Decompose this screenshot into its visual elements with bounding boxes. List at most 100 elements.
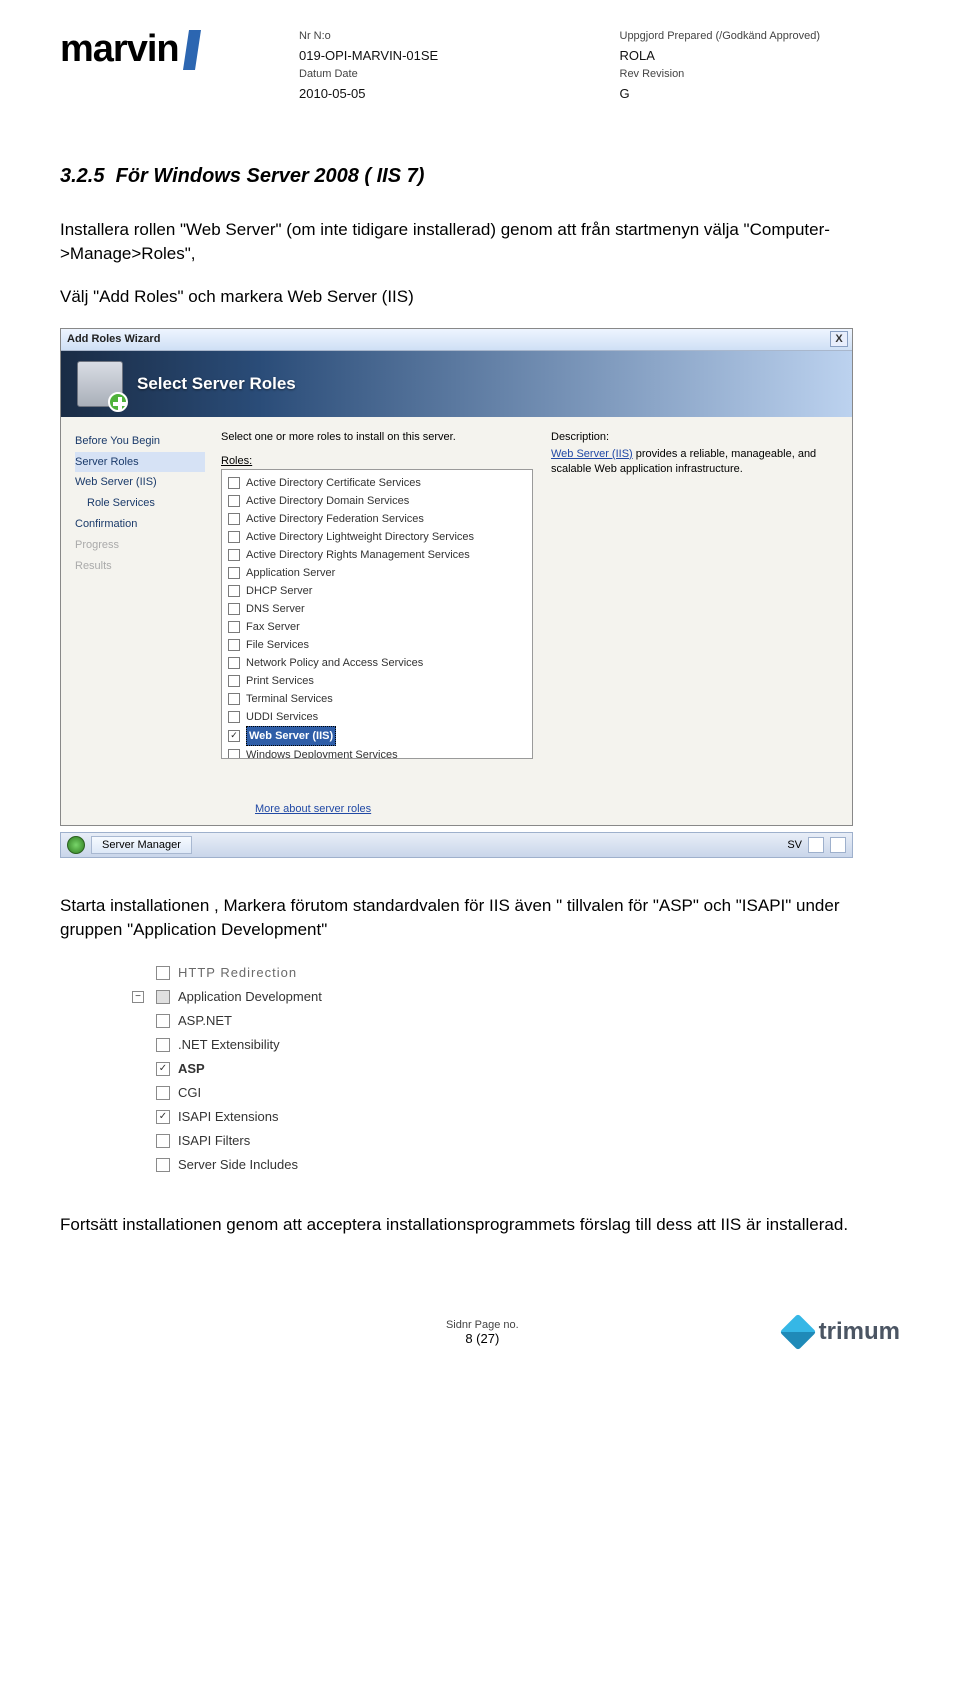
tree-label: Server Side Includes bbox=[178, 1153, 298, 1177]
tree-row[interactable]: HTTP Redirection bbox=[112, 961, 372, 985]
role-row[interactable]: Windows Deployment Services bbox=[228, 746, 526, 759]
checkbox-icon[interactable] bbox=[156, 1134, 170, 1148]
tree-row[interactable]: ISAPI Filters bbox=[112, 1129, 372, 1153]
diamond-icon bbox=[779, 1313, 816, 1350]
tree-row[interactable]: ASP.NET bbox=[112, 1009, 372, 1033]
checkbox-icon[interactable] bbox=[228, 711, 240, 723]
description-text: Web Server (IIS) provides a reliable, ma… bbox=[551, 447, 838, 478]
tree-row[interactable]: .NET Extensibility bbox=[112, 1033, 372, 1057]
tree-row[interactable]: ✓ ISAPI Extensions bbox=[112, 1105, 372, 1129]
paragraph-4: Fortsätt installationen genom att accept… bbox=[60, 1213, 900, 1238]
role-row[interactable]: DHCP Server bbox=[228, 582, 526, 600]
tree-row[interactable]: Server Side Includes bbox=[112, 1153, 372, 1177]
meta-nr-label: Nr N:o bbox=[299, 28, 580, 46]
tray-icon[interactable] bbox=[830, 837, 846, 853]
tree-label: ISAPI Filters bbox=[178, 1129, 250, 1153]
role-row[interactable]: Terminal Services bbox=[228, 690, 526, 708]
start-button-icon[interactable] bbox=[67, 836, 85, 854]
role-row[interactable]: Active Directory Rights Management Servi… bbox=[228, 546, 526, 564]
role-row[interactable]: Active Directory Certificate Services bbox=[228, 474, 526, 492]
checkbox-icon[interactable] bbox=[156, 966, 170, 980]
wizard-header-band: Select Server Roles bbox=[61, 351, 852, 417]
wizard-nav-item[interactable]: Web Server (IIS) bbox=[75, 472, 205, 493]
checkbox-icon[interactable] bbox=[228, 549, 240, 561]
taskbar[interactable]: Server Manager SV bbox=[60, 832, 853, 858]
tree-label: ISAPI Extensions bbox=[178, 1105, 278, 1129]
checkbox-icon[interactable] bbox=[156, 1038, 170, 1052]
logo-text: marvin bbox=[60, 28, 179, 71]
wizard-nav-item[interactable]: Role Services bbox=[75, 493, 205, 514]
tree-label: ASP bbox=[178, 1057, 205, 1081]
checkbox-icon[interactable] bbox=[156, 990, 170, 1004]
checkbox-icon[interactable] bbox=[228, 603, 240, 615]
role-row[interactable]: File Services bbox=[228, 636, 526, 654]
checkbox-icon[interactable]: ✓ bbox=[228, 730, 240, 742]
role-name: Web Server (IIS) bbox=[246, 726, 336, 746]
checkbox-icon[interactable] bbox=[228, 749, 240, 759]
description-label: Description: bbox=[551, 431, 838, 443]
checkbox-icon[interactable] bbox=[156, 1014, 170, 1028]
checkbox-icon[interactable] bbox=[228, 675, 240, 687]
language-indicator[interactable]: SV bbox=[787, 839, 802, 851]
wizard-title: Add Roles Wizard bbox=[67, 333, 160, 345]
checkbox-icon[interactable] bbox=[228, 513, 240, 525]
role-row[interactable]: Application Server bbox=[228, 564, 526, 582]
roles-list[interactable]: Active Directory Certificate ServicesAct… bbox=[221, 469, 533, 759]
role-name: DNS Server bbox=[246, 600, 305, 618]
checkbox-icon[interactable]: ✓ bbox=[156, 1062, 170, 1076]
wizard-heading: Select Server Roles bbox=[137, 374, 296, 394]
checkbox-icon[interactable] bbox=[228, 567, 240, 579]
role-name: Active Directory Rights Management Servi… bbox=[246, 546, 470, 564]
role-row[interactable]: Active Directory Domain Services bbox=[228, 492, 526, 510]
wizard-nav-item[interactable]: Confirmation bbox=[75, 514, 205, 535]
role-name: Network Policy and Access Services bbox=[246, 654, 423, 672]
role-name: Windows Deployment Services bbox=[246, 746, 398, 759]
tree-label: .NET Extensibility bbox=[178, 1033, 280, 1057]
wizard-titlebar[interactable]: Add Roles Wizard X bbox=[61, 329, 852, 351]
checkbox-icon[interactable] bbox=[228, 639, 240, 651]
trimum-text: trimum bbox=[819, 1318, 900, 1346]
expander-icon[interactable]: − bbox=[132, 991, 144, 1003]
meta-nr-value: 019-OPI-MARVIN-01SE bbox=[299, 46, 580, 67]
role-row[interactable]: Print Services bbox=[228, 672, 526, 690]
role-row[interactable]: ✓ Web Server (IIS) bbox=[228, 726, 526, 746]
section-number: 3.2.5 bbox=[60, 165, 104, 187]
checkbox-icon[interactable] bbox=[156, 1086, 170, 1100]
description-link[interactable]: Web Server (IIS) bbox=[551, 448, 633, 460]
wizard-nav-item[interactable]: Server Roles bbox=[75, 452, 205, 473]
checkbox-icon[interactable] bbox=[228, 657, 240, 669]
checkbox-icon[interactable] bbox=[228, 585, 240, 597]
meta-rev-label: Rev Revision bbox=[620, 66, 901, 84]
tree-row[interactable]: ✓ ASP bbox=[112, 1057, 372, 1081]
role-row[interactable]: Active Directory Federation Services bbox=[228, 510, 526, 528]
trimum-logo: trimum bbox=[785, 1318, 900, 1346]
wizard-nav-item[interactable]: Before You Begin bbox=[75, 431, 205, 452]
roles-intro: Select one or more roles to install on t… bbox=[221, 431, 533, 443]
checkbox-icon[interactable] bbox=[228, 693, 240, 705]
role-row[interactable]: Network Policy and Access Services bbox=[228, 654, 526, 672]
section-title: 3.2.5 För Windows Server 2008 ( IIS 7) bbox=[60, 165, 900, 188]
more-about-roles-link[interactable]: More about server roles bbox=[61, 797, 852, 825]
role-row[interactable]: DNS Server bbox=[228, 600, 526, 618]
checkbox-icon[interactable] bbox=[228, 477, 240, 489]
role-name: Terminal Services bbox=[246, 690, 333, 708]
checkbox-icon[interactable] bbox=[156, 1158, 170, 1172]
wizard-nav-item[interactable]: Progress bbox=[75, 535, 205, 556]
checkbox-icon[interactable] bbox=[228, 621, 240, 633]
close-button[interactable]: X bbox=[830, 331, 848, 347]
checkbox-icon[interactable]: ✓ bbox=[156, 1110, 170, 1124]
tree-row[interactable]: CGI bbox=[112, 1081, 372, 1105]
checkbox-icon[interactable] bbox=[228, 495, 240, 507]
page-number-label: Sidnr Page no. bbox=[180, 1319, 785, 1331]
role-row[interactable]: UDDI Services bbox=[228, 708, 526, 726]
tree-row[interactable]: −Application Development bbox=[112, 985, 372, 1009]
role-name: Fax Server bbox=[246, 618, 300, 636]
taskbar-server-manager-button[interactable]: Server Manager bbox=[91, 836, 192, 854]
tray-icon[interactable] bbox=[808, 837, 824, 853]
checkbox-icon[interactable] bbox=[228, 531, 240, 543]
role-row[interactable]: Fax Server bbox=[228, 618, 526, 636]
document-meta: Nr N:o 019-OPI-MARVIN-01SE Datum Date 20… bbox=[299, 28, 900, 105]
wizard-nav-item[interactable]: Results bbox=[75, 556, 205, 577]
role-row[interactable]: Active Directory Lightweight Directory S… bbox=[228, 528, 526, 546]
role-name: Print Services bbox=[246, 672, 314, 690]
